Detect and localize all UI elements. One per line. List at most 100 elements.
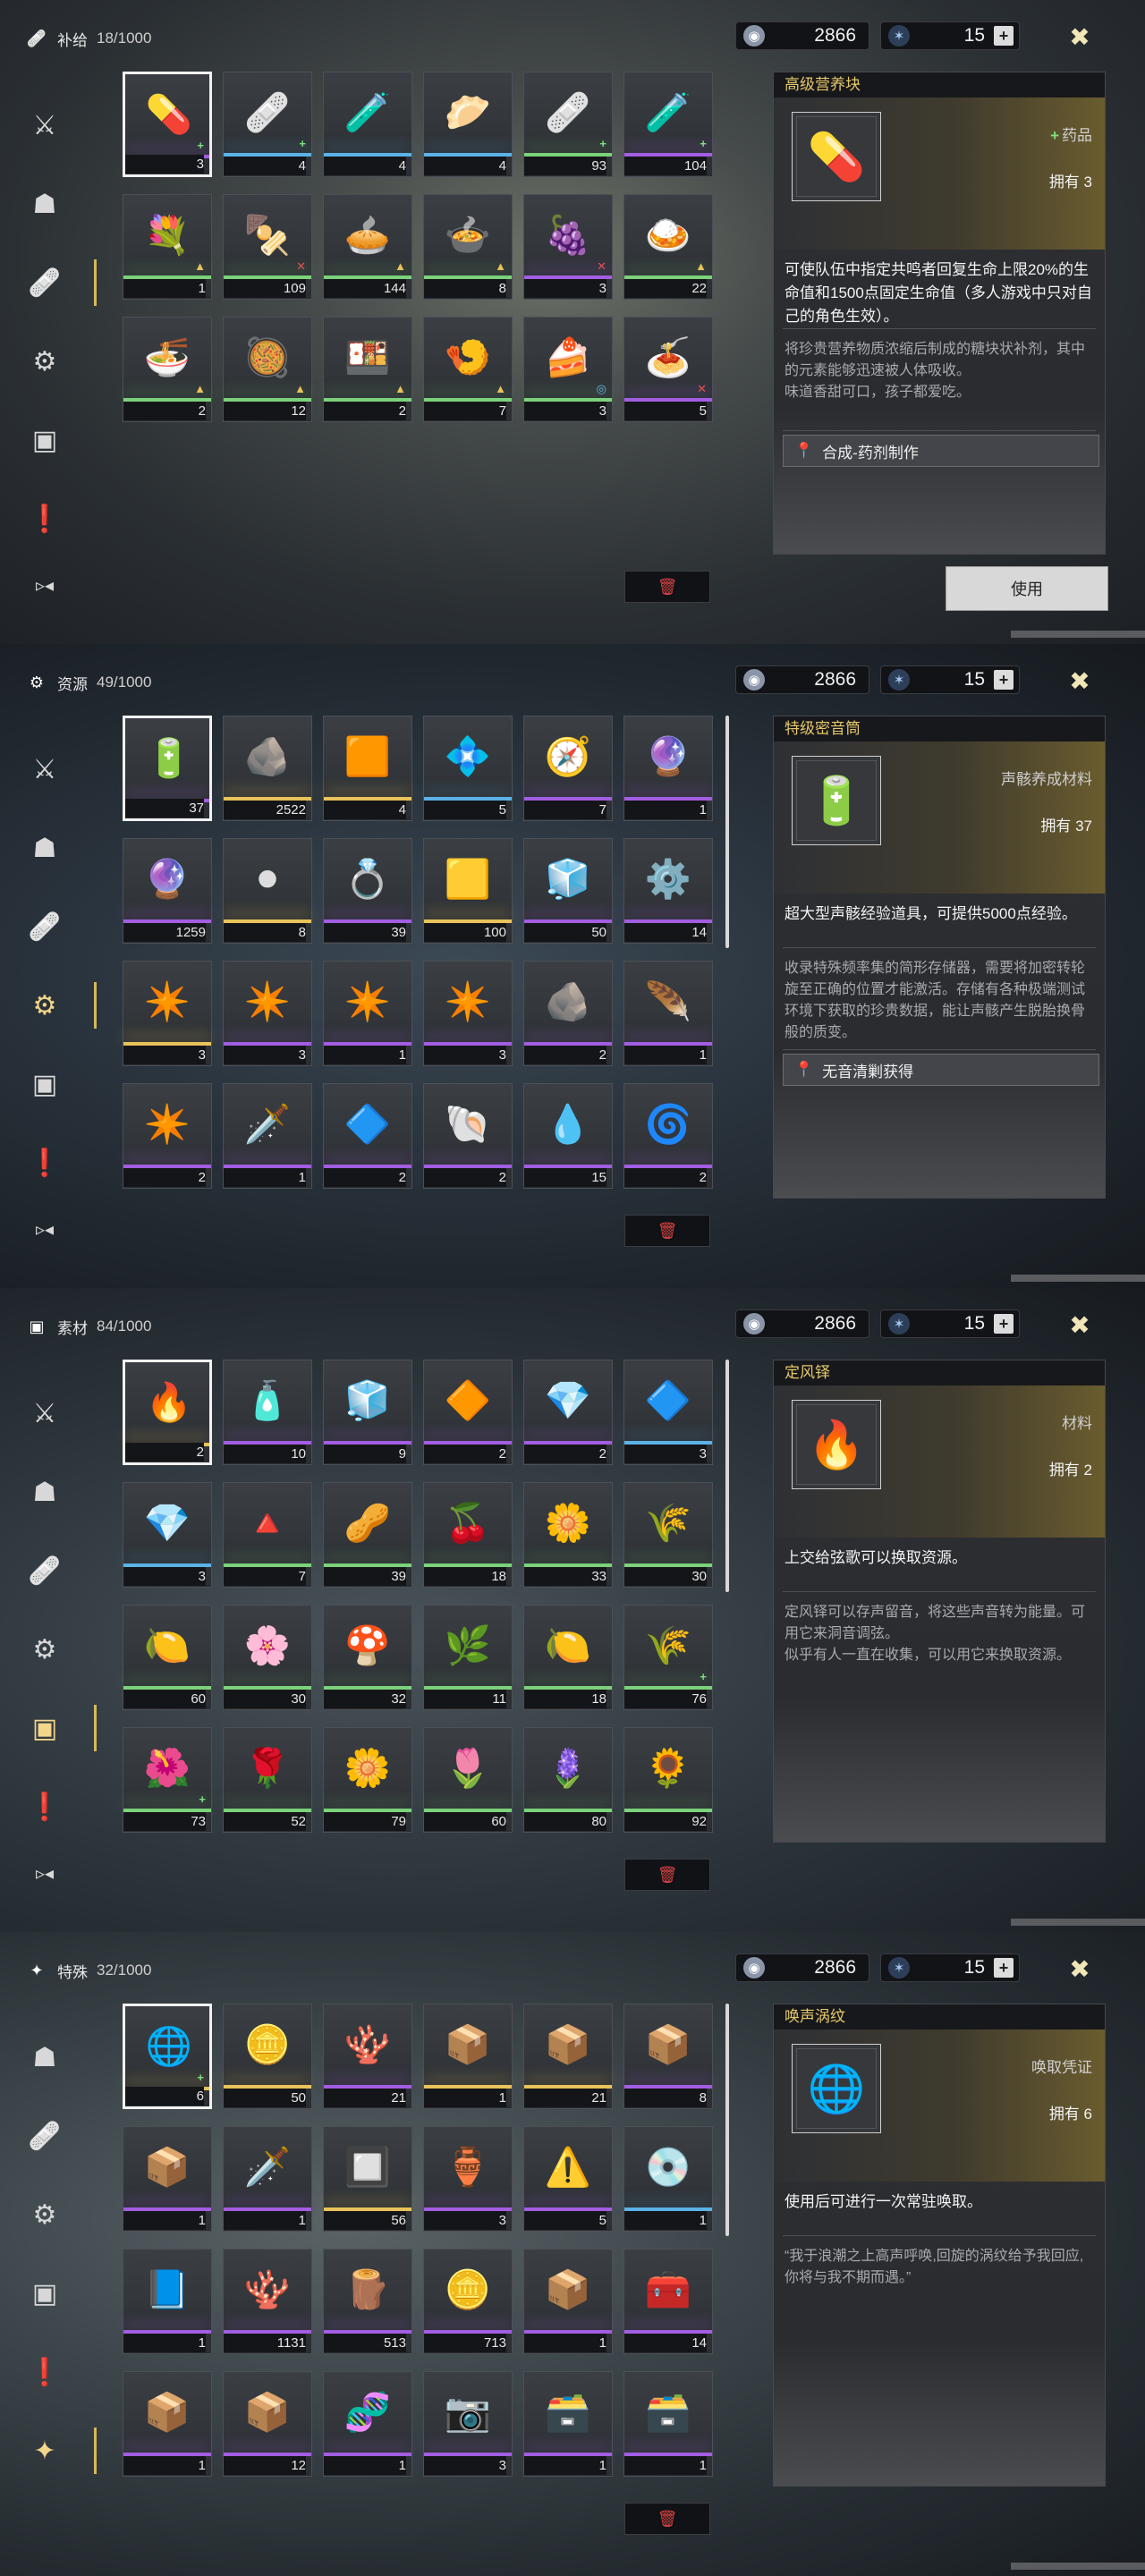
item-slot[interactable]: ✴️ 3	[423, 961, 513, 1066]
item-slot[interactable]: 🥜 39	[323, 1482, 412, 1588]
item-slot[interactable]: 🔮 1259	[123, 838, 212, 944]
sidebar-item-mask[interactable]: ☗	[18, 165, 72, 243]
sidebar-item-play[interactable]: ▹◂	[18, 558, 72, 612]
item-slot[interactable]: 🔶 2	[423, 1360, 513, 1465]
item-slot[interactable]: 🍋 18	[523, 1605, 613, 1710]
add-currency-button[interactable]: +	[994, 1314, 1014, 1334]
item-slot[interactable]: 🗡️ 1	[223, 2126, 312, 2232]
item-slot[interactable]: 🌀 2	[623, 1083, 713, 1189]
item-slot[interactable]: 🧊 9	[323, 1360, 412, 1465]
item-slot[interactable]: 🍇 ✕ 3	[523, 194, 613, 300]
item-slot[interactable]: 🔥 2	[123, 1360, 212, 1465]
trash-button[interactable]: 🗑	[624, 1859, 710, 1891]
item-slot[interactable]: 🍋 60	[123, 1605, 212, 1710]
scrollbar[interactable]	[725, 2004, 729, 2236]
item-slot[interactable]: 📷 3	[423, 2371, 513, 2477]
item-slot[interactable]: 🌸 30	[223, 1605, 312, 1710]
item-slot[interactable]: 🧊 50	[523, 838, 613, 944]
add-currency-button[interactable]: +	[994, 26, 1014, 46]
item-slot[interactable]: 🩹 +93	[523, 72, 613, 177]
item-slot[interactable]: 🐚 2	[423, 1083, 513, 1189]
item-slot[interactable]: 💎 3	[123, 1482, 212, 1588]
item-slot[interactable]: 🍝 ✕ 5	[623, 317, 713, 422]
item-slot[interactable]: 🗃️ 1	[623, 2371, 713, 2477]
sidebar-item-gear[interactable]: ⚙	[18, 966, 97, 1045]
item-slot[interactable]: ⚙️ 14	[623, 838, 713, 944]
item-slot[interactable]: 💿 1	[623, 2126, 713, 2232]
item-slot[interactable]: ✴️ 3	[123, 961, 212, 1066]
item-slot[interactable]: 🌹 52	[223, 1727, 312, 1833]
item-slot[interactable]: 🌷 60	[423, 1727, 513, 1833]
item-slot[interactable]: 🌾 30	[623, 1482, 713, 1588]
close-icon[interactable]: ✖	[1064, 1309, 1095, 1340]
item-slot[interactable]: 🌼 79	[323, 1727, 412, 1833]
item-slot[interactable]: 🧪 +104	[623, 72, 713, 177]
sidebar-item-gear[interactable]: ⚙	[18, 1610, 72, 1689]
item-slot[interactable]: 🪙 713	[423, 2249, 513, 2354]
item-slot[interactable]: 🧬 1	[323, 2371, 412, 2477]
item-slot[interactable]: 🔮 1	[623, 716, 713, 821]
item-slot[interactable]: 🔋 37	[123, 716, 212, 821]
item-slot[interactable]: 🟧 4	[323, 716, 412, 821]
item-slot[interactable]: 🔷 3	[623, 1360, 713, 1465]
item-slot[interactable]: 🌼 33	[523, 1482, 613, 1588]
item-slot[interactable]: 🍜 ▲ 2	[123, 317, 212, 422]
sidebar-item-bandage[interactable]: 🩹	[18, 1531, 72, 1610]
item-slot[interactable]: ✴️ 1	[323, 961, 412, 1066]
sidebar-item-mask[interactable]: ☗	[18, 1453, 72, 1531]
item-slot[interactable]: 🧭 7	[523, 716, 613, 821]
sidebar-item-box[interactable]: ▣	[18, 1045, 72, 1123]
use-button[interactable]: 使用	[946, 566, 1108, 611]
item-slot[interactable]: 📦 8	[623, 2004, 713, 2109]
sidebar-item-gear[interactable]: ⚙	[18, 322, 72, 401]
item-slot[interactable]: 🥘 ▲ 12	[223, 317, 312, 422]
sidebar-item-exclamation[interactable]: ❗	[18, 1123, 72, 1202]
sidebar-item-swords[interactable]: ⚔	[18, 86, 72, 165]
item-slot[interactable]: 🧰 14	[623, 2249, 713, 2354]
close-icon[interactable]: ✖	[1064, 665, 1095, 696]
sidebar-item-mask[interactable]: ☗	[18, 2018, 72, 2097]
item-slot[interactable]: ✴️ 2	[123, 1083, 212, 1189]
close-icon[interactable]: ✖	[1064, 1953, 1095, 1984]
item-slot[interactable]: 🪻 80	[523, 1727, 613, 1833]
item-slot[interactable]: 📦 21	[523, 2004, 613, 2109]
sidebar-item-mask[interactable]: ☗	[18, 809, 72, 887]
item-slot[interactable]: 🧪 4	[323, 72, 412, 177]
item-slot[interactable]: 🌺 +73	[123, 1727, 212, 1833]
sidebar-item-gear[interactable]: ⚙	[18, 2175, 72, 2254]
item-slot[interactable]: 🍲 ▲ 8	[423, 194, 513, 300]
item-slot[interactable]: ⚫ 8	[223, 838, 312, 944]
item-slot[interactable]: 🌻 92	[623, 1727, 713, 1833]
trash-button[interactable]: 🗑	[624, 2503, 710, 2535]
sidebar-item-exclamation[interactable]: ❗	[18, 479, 72, 558]
item-slot[interactable]: ⚠️ 5	[523, 2126, 613, 2232]
item-slot[interactable]: 🩹 +4	[223, 72, 312, 177]
source-link[interactable]: 📍 合成-药剂制作	[783, 435, 1099, 467]
close-icon[interactable]: ✖	[1064, 21, 1095, 52]
item-slot[interactable]: 🪸 1131	[223, 2249, 312, 2354]
item-slot[interactable]: 📘 1	[123, 2249, 212, 2354]
sidebar-item-play[interactable]: ▹◂	[18, 1846, 72, 1900]
trash-button[interactable]: 🗑	[624, 571, 710, 603]
item-slot[interactable]: 🍛 ▲ 22	[623, 194, 713, 300]
sidebar-item-bandage[interactable]: 🩹	[18, 887, 72, 966]
sidebar-item-box[interactable]: ▣	[18, 401, 72, 479]
item-slot[interactable]: 💧 15	[523, 1083, 613, 1189]
item-slot[interactable]: 🔷 2	[323, 1083, 412, 1189]
item-slot[interactable]: 🌿 11	[423, 1605, 513, 1710]
item-slot[interactable]: 🍒 18	[423, 1482, 513, 1588]
sidebar-item-star[interactable]: ✦	[18, 2411, 97, 2490]
add-currency-button[interactable]: +	[994, 670, 1014, 690]
item-slot[interactable]: 🪵 513	[323, 2249, 412, 2354]
item-slot[interactable]: 🧴 10	[223, 1360, 312, 1465]
item-slot[interactable]: 📦 12	[223, 2371, 312, 2477]
sidebar-item-exclamation[interactable]: ❗	[18, 1767, 72, 1846]
trash-button[interactable]: 🗑	[624, 1215, 710, 1247]
item-slot[interactable]: 🍱 ▲ 2	[323, 317, 412, 422]
item-slot[interactable]: 🌾 +76	[623, 1605, 713, 1710]
item-slot[interactable]: 🪸 21	[323, 2004, 412, 2109]
sidebar-item-play[interactable]: ▹◂	[18, 1202, 72, 1256]
item-slot[interactable]: 🟨 100	[423, 838, 513, 944]
source-link[interactable]: 📍 无音清剿获得	[783, 1054, 1099, 1086]
item-slot[interactable]: 📦 1	[123, 2371, 212, 2477]
